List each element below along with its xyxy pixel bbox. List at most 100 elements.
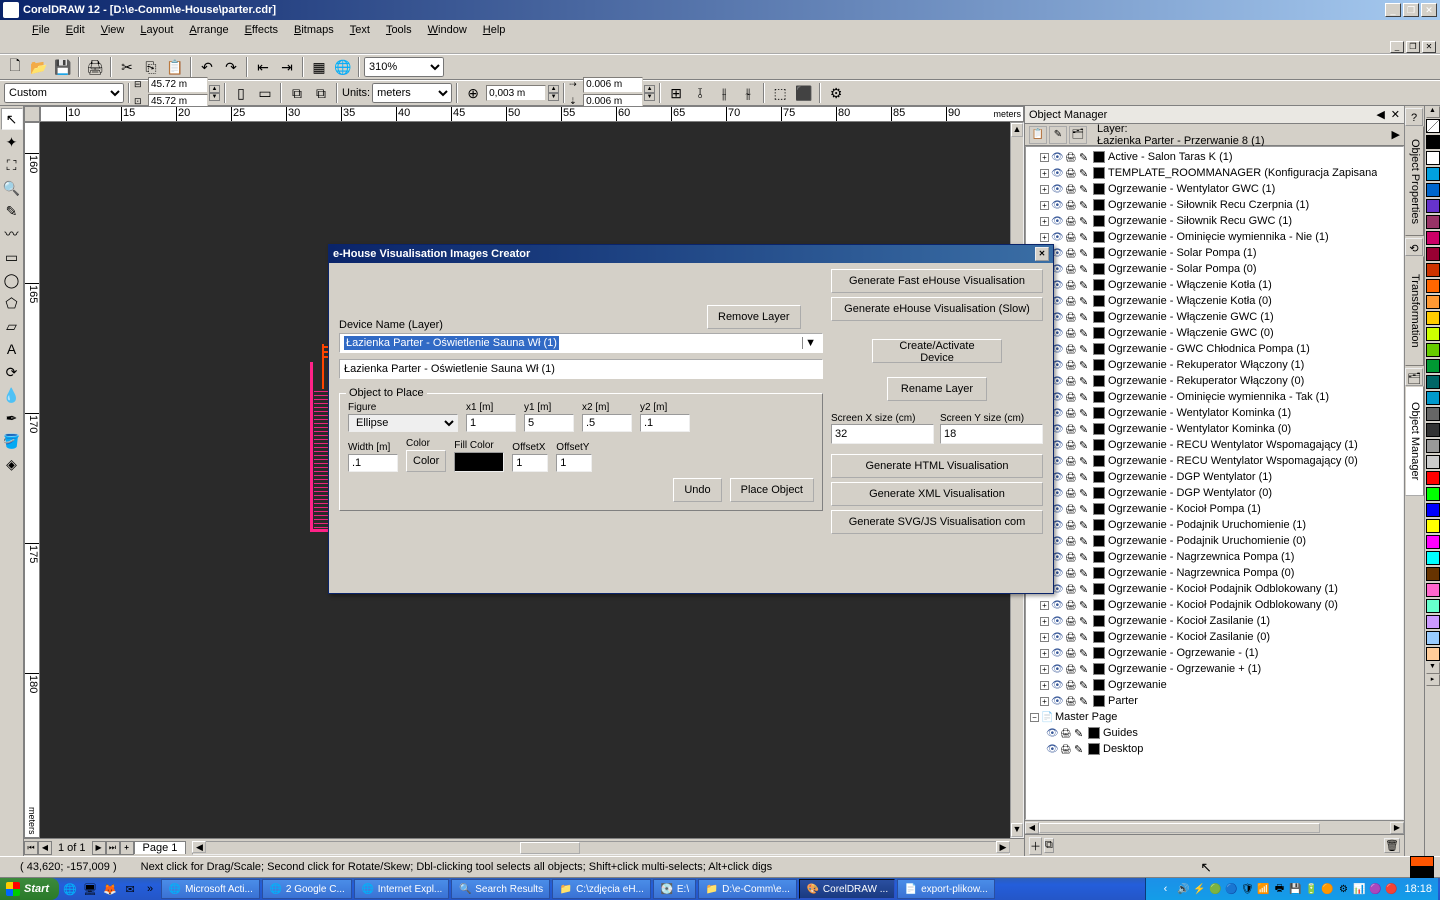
- menu-view[interactable]: View: [93, 22, 133, 38]
- color-swatch[interactable]: [1426, 567, 1440, 581]
- quick-launch-desktop[interactable]: 🖥: [81, 880, 99, 898]
- pencil-icon[interactable]: [1079, 567, 1092, 580]
- color-swatch-icon[interactable]: [1093, 391, 1105, 403]
- pencil-icon[interactable]: [1079, 327, 1092, 340]
- layer-manager-button[interactable]: 🗂: [1069, 126, 1087, 144]
- layer-row[interactable]: +Ogrzewanie - Włączenie Kotła (1): [1028, 277, 1401, 293]
- layer-row[interactable]: +Ogrzewanie - Kocioł Podajnik Odblokowan…: [1028, 581, 1401, 597]
- layer-row[interactable]: +Ogrzewanie - Ominięcie wymiennika - Nie…: [1028, 229, 1401, 245]
- layer-row[interactable]: +Ogrzewanie - Wentylator Kominka (0): [1028, 421, 1401, 437]
- screen-x-input[interactable]: [831, 424, 934, 444]
- fill-tool[interactable]: 🪣: [1, 430, 23, 452]
- rename-layer-button[interactable]: Rename Layer: [887, 377, 987, 401]
- tree-expand-icon[interactable]: −: [1030, 713, 1039, 722]
- color-swatch-icon[interactable]: [1093, 167, 1105, 179]
- color-swatch-icon[interactable]: [1093, 263, 1105, 275]
- dup-x-input[interactable]: [583, 77, 643, 93]
- layer-row[interactable]: Guides: [1028, 725, 1401, 741]
- tray-icon[interactable]: 🟢: [1208, 882, 1222, 896]
- device-name-input[interactable]: [339, 359, 823, 379]
- options-button[interactable]: ⚙: [825, 82, 847, 104]
- layer-row[interactable]: +Ogrzewanie - Włączenie GWC (0): [1028, 325, 1401, 341]
- color-swatch-icon[interactable]: [1093, 631, 1105, 643]
- color-swatch[interactable]: [1426, 231, 1440, 245]
- color-swatch[interactable]: [1426, 375, 1440, 389]
- print-icon[interactable]: [1065, 535, 1078, 548]
- x1-input[interactable]: [466, 414, 516, 432]
- minimize-button[interactable]: _: [1385, 3, 1401, 17]
- eye-icon[interactable]: [1046, 743, 1059, 756]
- snap-grid-button[interactable]: ⊞: [665, 82, 687, 104]
- snap-guide-button[interactable]: ⫱: [689, 82, 711, 104]
- eye-icon[interactable]: [1051, 599, 1064, 612]
- pencil-icon[interactable]: [1079, 679, 1092, 692]
- layer-row[interactable]: +Ogrzewanie - Ogrzewanie + (1): [1028, 661, 1401, 677]
- color-swatch[interactable]: [1426, 151, 1440, 165]
- generate-slow-button[interactable]: Generate eHouse Visualisation (Slow): [831, 297, 1043, 321]
- pencil-icon[interactable]: [1079, 407, 1092, 420]
- pencil-icon[interactable]: [1079, 503, 1092, 516]
- layer-row[interactable]: +Ogrzewanie: [1028, 677, 1401, 693]
- color-swatch[interactable]: [1426, 551, 1440, 565]
- print-icon[interactable]: [1060, 743, 1073, 756]
- print-icon[interactable]: [1065, 167, 1078, 180]
- tray-show-hidden[interactable]: ‹: [1156, 880, 1174, 898]
- pick-tool[interactable]: ↖: [1, 108, 23, 130]
- color-swatch-icon[interactable]: [1093, 519, 1105, 531]
- layer-row[interactable]: +Ogrzewanie - Kocioł Pompa (1): [1028, 501, 1401, 517]
- color-swatch-icon[interactable]: [1093, 663, 1105, 675]
- open-button[interactable]: 📂: [28, 56, 50, 78]
- layer-row[interactable]: +Ogrzewanie - Nagrzewnica Pompa (1): [1028, 549, 1401, 565]
- vertical-ruler[interactable]: meters160165170175180: [24, 122, 40, 838]
- color-swatch[interactable]: [1426, 631, 1440, 645]
- layer-row[interactable]: +Ogrzewanie - Wentylator GWC (1): [1028, 181, 1401, 197]
- print-icon[interactable]: [1065, 631, 1078, 644]
- color-swatch-icon[interactable]: [1093, 327, 1105, 339]
- color-swatch-icon[interactable]: [1093, 183, 1105, 195]
- print-icon[interactable]: [1065, 519, 1078, 532]
- layer-row[interactable]: +Ogrzewanie - Podajnik Uruchomienie (1): [1028, 517, 1401, 533]
- taskbar-item[interactable]: 🌐Microsoft Acti...: [161, 879, 260, 899]
- layer-row[interactable]: Desktop: [1028, 741, 1401, 757]
- color-swatch-icon[interactable]: [1093, 455, 1105, 467]
- color-swatch-icon[interactable]: [1093, 215, 1105, 227]
- pencil-icon[interactable]: [1079, 695, 1092, 708]
- color-swatch-icon[interactable]: [1088, 743, 1100, 755]
- tree-expand-icon[interactable]: +: [1040, 169, 1049, 178]
- layer-row[interactable]: +TEMPLATE_ROOMMANAGER (Konfiguracja Zapi…: [1028, 165, 1401, 181]
- dynamic-guides-button[interactable]: ⫳: [737, 82, 759, 104]
- color-swatch[interactable]: [1426, 215, 1440, 229]
- y2-input[interactable]: [640, 414, 690, 432]
- pencil-icon[interactable]: [1079, 663, 1092, 676]
- palette-flyout-button[interactable]: ▸: [1426, 674, 1440, 686]
- generate-xml-button[interactable]: Generate XML Visualisation: [831, 482, 1043, 506]
- layer-row[interactable]: +Ogrzewanie - Kocioł Zasilanie (1): [1028, 613, 1401, 629]
- taskbar-item[interactable]: 📄export-plikow...: [897, 879, 995, 899]
- eyedropper-tool[interactable]: 💧: [1, 384, 23, 406]
- print-icon[interactable]: [1065, 551, 1078, 564]
- color-swatch-icon[interactable]: [1093, 471, 1105, 483]
- offsetx-input[interactable]: [512, 454, 548, 472]
- eye-icon[interactable]: [1051, 167, 1064, 180]
- app-launcher-button[interactable]: ▦: [308, 56, 330, 78]
- layer-row[interactable]: +Parter: [1028, 693, 1401, 709]
- pencil-icon[interactable]: [1074, 727, 1087, 740]
- layer-row[interactable]: +Ogrzewanie - Siłownik Recu GWC (1): [1028, 213, 1401, 229]
- print-icon[interactable]: [1065, 391, 1078, 404]
- color-swatch-icon[interactable]: [1093, 407, 1105, 419]
- taskbar-item[interactable]: 🌐2 Google C...: [262, 879, 352, 899]
- pencil-icon[interactable]: [1079, 391, 1092, 404]
- eye-icon[interactable]: [1051, 679, 1064, 692]
- print-button[interactable]: 🖨: [84, 56, 106, 78]
- eye-icon[interactable]: [1051, 183, 1064, 196]
- interactive-fill-tool[interactable]: ◈: [1, 453, 23, 475]
- print-icon[interactable]: [1065, 215, 1078, 228]
- color-swatch-icon[interactable]: [1093, 583, 1105, 595]
- pencil-icon[interactable]: [1079, 551, 1092, 564]
- paper-size-combo[interactable]: Custom: [4, 83, 124, 103]
- tree-expand-icon[interactable]: +: [1040, 665, 1049, 674]
- save-button[interactable]: 💾: [52, 56, 74, 78]
- menu-file[interactable]: File: [24, 22, 58, 38]
- mdi-close-button[interactable]: ✕: [1422, 41, 1436, 53]
- print-icon[interactable]: [1065, 151, 1078, 164]
